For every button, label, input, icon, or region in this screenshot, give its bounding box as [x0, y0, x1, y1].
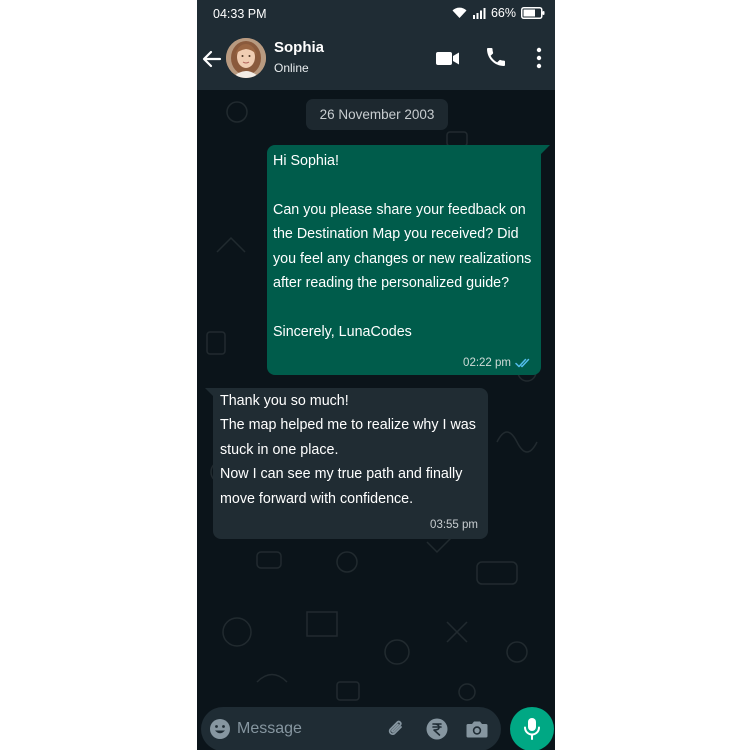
status-bar: 04:33 PM 66%	[197, 0, 555, 28]
contact-avatar[interactable]	[226, 38, 266, 78]
outgoing-message-bubble[interactable]: Hi Sophia! Can you please share your fee…	[267, 145, 541, 375]
outgoing-message-meta: 02:22 pm	[463, 357, 531, 369]
date-separator: 26 November 2003	[306, 99, 448, 130]
video-call-icon[interactable]	[435, 47, 461, 69]
status-indicators: 66%	[452, 6, 545, 20]
microphone-icon	[524, 718, 540, 740]
outgoing-message-text: Hi Sophia! Can you please share your fee…	[273, 153, 532, 340]
contact-status: Online	[274, 61, 309, 75]
outgoing-message-time: 02:22 pm	[463, 357, 511, 369]
phone-call-icon[interactable]	[484, 45, 508, 69]
incoming-message-bubble[interactable]: Thank you so much! The map helped me to …	[213, 388, 488, 539]
battery-percent: 66%	[490, 6, 516, 20]
back-arrow-icon[interactable]	[201, 48, 223, 70]
paperclip-attach-icon[interactable]	[385, 718, 407, 740]
double-check-read-icon	[515, 358, 530, 368]
status-time: 04:33 PM	[213, 7, 267, 21]
emoji-icon[interactable]	[209, 718, 231, 740]
incoming-message-time: 03:55 pm	[430, 519, 478, 531]
contact-name[interactable]: Sophia	[274, 39, 324, 56]
rupee-payment-icon[interactable]	[425, 717, 449, 741]
incoming-message-text: Thank you so much! The map helped me to …	[220, 393, 476, 507]
chat-header: Sophia Online	[197, 28, 555, 90]
camera-icon[interactable]	[465, 718, 489, 740]
more-options-icon[interactable]	[531, 46, 547, 70]
signal-icon	[472, 8, 486, 19]
message-input[interactable]	[237, 717, 357, 741]
voice-message-button[interactable]	[510, 707, 554, 750]
avatar-image	[226, 38, 266, 78]
outgoing-bubble-tail	[540, 145, 550, 155]
battery-icon	[521, 7, 545, 19]
wifi-icon	[452, 7, 467, 19]
message-input-bar	[201, 707, 501, 750]
chat-screen: 04:33 PM 66% Sophia Online 26 November 2…	[197, 0, 555, 750]
